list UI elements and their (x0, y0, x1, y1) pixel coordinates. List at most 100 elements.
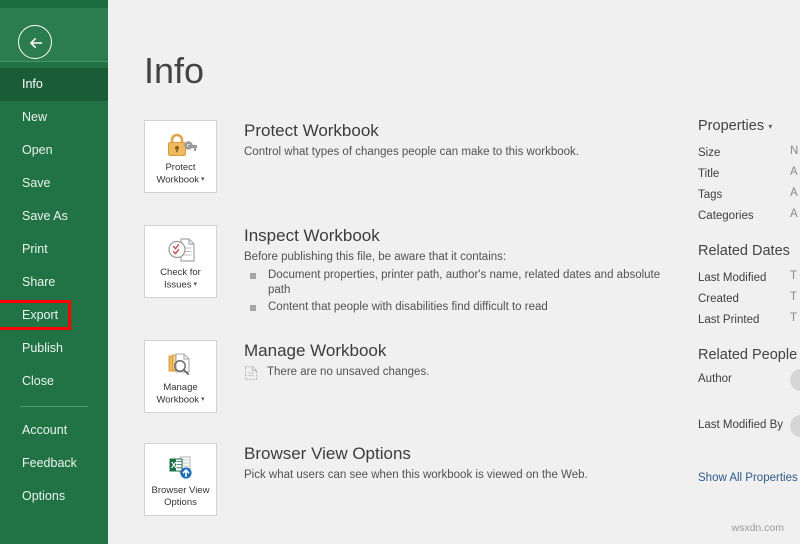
section-description: Control what types of changes people can… (244, 146, 579, 158)
sidebar-item-publish[interactable]: Publish (0, 332, 108, 365)
list-item: Document properties, printer path, autho… (244, 268, 668, 298)
property-value: N (790, 145, 799, 157)
page-title: Info (144, 50, 205, 91)
sidebar-item-export[interactable]: Export (0, 299, 108, 332)
sidebar-item-label: Open (22, 143, 53, 157)
section-heading: Manage Workbook (244, 341, 387, 360)
property-row-last-modified-by: Last Modified By (698, 415, 800, 462)
avatar (790, 369, 800, 391)
protect-workbook-body: Protect Workbook Control what types of c… (244, 120, 579, 160)
section-heading: Inspect Workbook (244, 226, 380, 245)
property-row-last-modified: Last Modified T (698, 266, 800, 287)
protect-workbook-label: Protect Workbook ▾ (156, 162, 205, 186)
back-arrow-icon[interactable] (18, 25, 52, 59)
sidebar-item-account[interactable]: Account (0, 414, 108, 447)
related-dates-title: Related Dates (698, 243, 790, 259)
sidebar-item-save-as[interactable]: Save As (0, 200, 108, 233)
sidebar-item-label: Info (22, 77, 43, 91)
show-all-properties-link[interactable]: Show All Properties (698, 472, 800, 484)
property-row-last-printed: Last Printed T (698, 308, 800, 329)
backstage-sidebar: Info New Open Save Save As Print Share E… (0, 0, 108, 544)
property-label: Last Modified By (698, 419, 784, 431)
excel-backstage-view: Info New Open Save Save As Print Share E… (0, 0, 800, 544)
dropdown-caret-icon: ▾ (766, 121, 773, 131)
svg-text:X: X (171, 460, 177, 470)
sidebar-item-feedback[interactable]: Feedback (0, 447, 108, 480)
sidebar-item-share[interactable]: Share (0, 266, 108, 299)
dropdown-caret-icon: ▾ (191, 281, 197, 288)
sidebar-top-strip (0, 0, 108, 8)
protect-workbook-button[interactable]: Protect Workbook ▾ (144, 120, 217, 193)
check-for-issues-button[interactable]: Check for Issues ▾ (144, 225, 217, 298)
section-heading: Browser View Options (244, 444, 411, 463)
property-value: A (790, 187, 798, 199)
manage-workbook-button[interactable]: Manage Workbook ▾ (144, 340, 217, 413)
section-heading: Protect Workbook (244, 121, 379, 140)
property-label: Author (698, 373, 732, 385)
property-label: Title (698, 168, 720, 180)
inspect-workbook-body: Inspect Workbook Before publishing this … (244, 225, 668, 317)
manage-workbook-label: Manage Workbook ▾ (156, 382, 205, 406)
dropdown-caret-icon: ▾ (199, 176, 205, 183)
properties-pane: Properties ▾ Size N Title A Tags A Categ… (698, 118, 800, 484)
sidebar-item-print[interactable]: Print (0, 233, 108, 266)
lock-key-icon (145, 128, 216, 162)
sidebar-item-label: Account (22, 423, 68, 437)
property-label: Created (698, 293, 739, 305)
browser-view-options-body: Browser View Options Pick what users can… (244, 443, 588, 483)
property-value: T (790, 312, 798, 324)
properties-title[interactable]: Properties ▾ (698, 118, 800, 134)
sidebar-item-label: Save (22, 176, 51, 190)
sidebar-item-label: Save As (22, 209, 68, 223)
sidebar-divider (0, 61, 108, 62)
documents-magnifier-icon (145, 348, 216, 382)
sidebar-item-label: Print (22, 242, 48, 256)
property-label: Last Modified (698, 272, 767, 284)
sidebar-nav: Info New Open Save Save As Print Share E… (0, 68, 108, 513)
property-label: Size (698, 147, 721, 159)
sidebar-item-label: Export (22, 308, 59, 322)
sidebar-item-label: Share (22, 275, 56, 289)
property-label: Last Printed (698, 314, 760, 326)
property-value: T (790, 291, 798, 303)
sidebar-section-divider (0, 398, 108, 414)
sidebar-item-new[interactable]: New (0, 101, 108, 134)
document-checklist-icon (145, 233, 216, 267)
property-row-title[interactable]: Title A (698, 162, 800, 183)
sidebar-item-info[interactable]: Info (0, 68, 108, 101)
avatar (790, 415, 800, 437)
sidebar-item-label: Options (22, 489, 66, 503)
dropdown-caret-icon: ▾ (199, 396, 205, 403)
sidebar-item-label: Close (22, 374, 54, 388)
sidebar-item-label: New (22, 110, 48, 124)
related-people-title: Related People (698, 347, 798, 363)
sidebar-item-save[interactable]: Save (0, 167, 108, 200)
browser-view-options-button[interactable]: X Browser View Options (144, 443, 217, 516)
sidebar-item-open[interactable]: Open (0, 134, 108, 167)
unsaved-document-icon (244, 365, 258, 386)
sidebar-back-band (0, 8, 108, 61)
property-value: A (790, 208, 798, 220)
property-label: Tags (698, 189, 723, 201)
section-description: Pick what users can see when this workbo… (244, 469, 588, 481)
watermark: wsxdn.com (731, 522, 784, 534)
backstage-main-pane: Info Protect Workbook ▾ Protect Workbook… (108, 0, 800, 544)
property-row-size[interactable]: Size N (698, 141, 800, 162)
excel-browser-upload-icon: X (145, 451, 216, 485)
property-row-categories[interactable]: Categories A (698, 204, 800, 225)
sidebar-item-options[interactable]: Options (0, 480, 108, 513)
property-label: Categories (698, 210, 754, 222)
property-value: A (790, 166, 798, 178)
property-row-created: Created T (698, 287, 800, 308)
sidebar-item-label: Publish (22, 341, 63, 355)
inspect-issue-list: Document properties, printer path, autho… (244, 268, 668, 315)
property-value: T (790, 270, 798, 282)
unsaved-changes-note: There are no unsaved changes. (244, 365, 429, 386)
section-description: Before publishing this file, be aware th… (244, 251, 507, 263)
list-item: Content that people with disabilities fi… (244, 300, 668, 315)
manage-workbook-body: Manage Workbook There are no unsaved cha… (244, 340, 429, 386)
property-row-tags[interactable]: Tags A (698, 183, 800, 204)
sidebar-item-close[interactable]: Close (0, 365, 108, 398)
check-for-issues-label: Check for Issues ▾ (160, 267, 201, 291)
property-row-author[interactable]: Author (698, 369, 800, 416)
